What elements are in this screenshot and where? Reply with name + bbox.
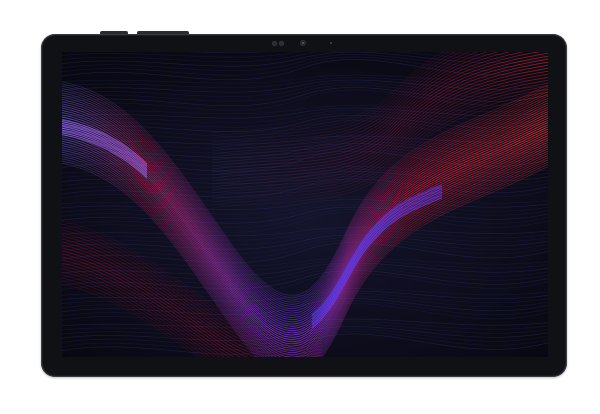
sensor-icon bbox=[272, 41, 277, 46]
tablet-screen bbox=[62, 52, 548, 357]
product-image bbox=[0, 0, 600, 414]
sensor-icon bbox=[279, 41, 284, 46]
front-camera-array bbox=[0, 39, 600, 47]
camera-icon bbox=[300, 40, 306, 46]
wallpaper-art bbox=[62, 52, 548, 357]
light-sensor-icon bbox=[330, 42, 332, 44]
